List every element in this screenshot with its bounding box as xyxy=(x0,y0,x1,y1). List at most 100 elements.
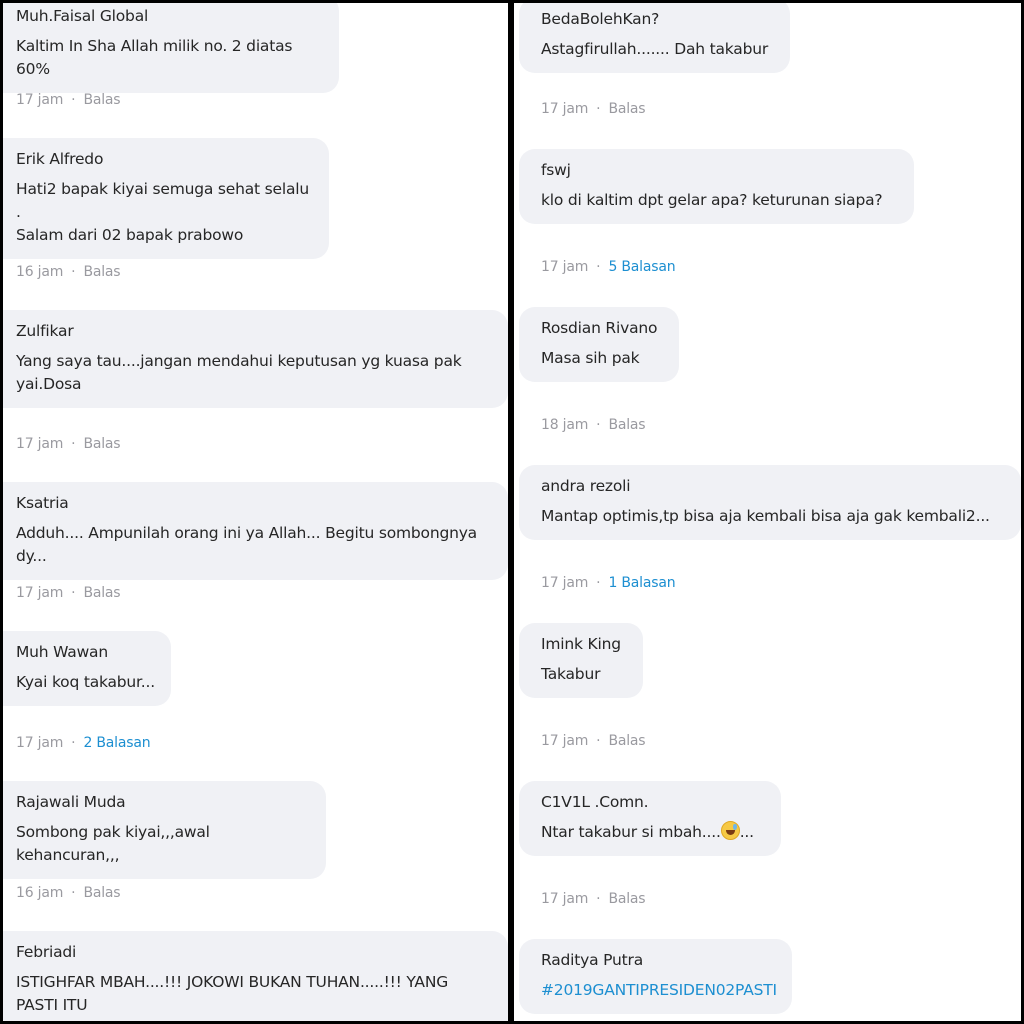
comments-panel-right: BedaBolehKan? Astagfirullah....... Dah ta… xyxy=(514,3,1021,1021)
comment-text: Ntar takabur si mbah....... xyxy=(541,821,767,844)
comment-text-content: Kaltim In Sha Allah milik no. 2 diatas 6… xyxy=(16,37,293,78)
reply-button[interactable]: Balas xyxy=(83,92,120,108)
comment-text-content: Yang saya tau....jangan mendahui keputus… xyxy=(16,352,462,393)
comment-meta: 17 jam · 1 Balasan xyxy=(541,575,676,591)
commenter-name[interactable]: C1V1L .Comn. xyxy=(541,791,767,813)
reply-button[interactable]: Balas xyxy=(83,585,120,601)
view-replies-link[interactable]: 1 Balasan xyxy=(608,575,675,591)
commenter-name[interactable]: Zulfikar xyxy=(16,320,494,342)
comment-text-content: Masa sih pak xyxy=(541,349,640,367)
comment-text: Hati2 bapak kiyai semuga sehat selalu . … xyxy=(16,178,315,247)
reply-button[interactable]: Balas xyxy=(608,733,645,749)
comment-text-content: Hati2 bapak kiyai semuga sehat selalu . … xyxy=(16,180,309,244)
comment-text: ISTIGHFAR MBAH....!!! JOKOWI BUKAN TUHAN… xyxy=(16,971,494,1021)
comment-text-content: Astagfirullah....... Dah takabur xyxy=(541,40,769,58)
commenter-name[interactable]: Raditya Putra xyxy=(541,949,778,971)
comment-item: fswj klo di kaltim dpt gelar apa? keturun… xyxy=(519,149,914,224)
comment-bubble: Zulfikar Yang saya tau....jangan mendahui… xyxy=(3,310,508,408)
comment-text-content: Ntar takabur si mbah.... xyxy=(541,823,721,841)
timestamp: 17 jam xyxy=(16,585,64,601)
separator-dot: · xyxy=(71,264,76,280)
comment-item: Raditya Putra #2019GANTIPRESIDEN02PASTI xyxy=(519,939,792,1014)
timestamp: 17 jam xyxy=(541,259,589,275)
comment-text-content: ISTIGHFAR MBAH....!!! JOKOWI BUKAN TUHAN… xyxy=(16,973,449,1021)
comment-item: Zulfikar Yang saya tau....jangan mendahui… xyxy=(3,310,508,408)
comment-meta: 17 jam · 2 Balasan xyxy=(16,735,151,751)
comment-text: Sombong pak kiyai,,,awal kehancuran,,, xyxy=(16,821,312,867)
view-replies-link[interactable]: 2 Balasan xyxy=(83,735,150,751)
timestamp: 17 jam xyxy=(16,735,64,751)
comment-bubble: Erik Alfredo Hati2 bapak kiyai semuga seh… xyxy=(3,138,329,259)
comment-text: Astagfirullah....... Dah takabur xyxy=(541,38,776,61)
comment-item: andra rezoli Mantap optimis,tp bisa aja k… xyxy=(519,465,1021,540)
separator-dot: · xyxy=(596,417,601,433)
commenter-name[interactable]: Rosdian Rivano xyxy=(541,317,665,339)
timestamp: 17 jam xyxy=(541,101,589,117)
comment-bubble: Ksatria Adduh.... Ampunilah orang ini ya … xyxy=(3,482,508,580)
commenter-name[interactable]: Imink King xyxy=(541,633,629,655)
comment-item: Muh Wawan Kyai koq takabur... xyxy=(3,631,171,706)
comment-meta: 17 jam · Balas xyxy=(541,101,646,117)
comment-bubble: C1V1L .Comn. Ntar takabur si mbah....... xyxy=(519,781,781,856)
comment-meta: 17 jam · Balas xyxy=(16,436,121,452)
hashtag-link[interactable]: #2019GANTIPRESIDEN02PASTI xyxy=(541,979,778,1002)
reply-button[interactable]: Balas xyxy=(608,891,645,907)
comment-bubble: BedaBolehKan? Astagfirullah....... Dah ta… xyxy=(519,3,790,73)
commenter-name[interactable]: Rajawali Muda xyxy=(16,791,312,813)
comment-meta: 17 jam · Balas xyxy=(16,92,121,108)
comment-text-content: Sombong pak kiyai,,,awal kehancuran,,, xyxy=(16,823,210,864)
comment-bubble: Imink King Takabur xyxy=(519,623,643,698)
separator-dot: · xyxy=(71,885,76,901)
comment-text-content: Takabur xyxy=(541,665,601,683)
commenter-name[interactable]: BedaBolehKan? xyxy=(541,8,776,30)
comment-text: Adduh.... Ampunilah orang ini ya Allah..… xyxy=(16,522,494,568)
timestamp: 17 jam xyxy=(16,92,64,108)
commenter-name[interactable]: Febriadi xyxy=(16,941,494,963)
comment-item: Erik Alfredo Hati2 bapak kiyai semuga seh… xyxy=(3,138,329,259)
reply-button[interactable]: Balas xyxy=(608,417,645,433)
commenter-name[interactable]: Erik Alfredo xyxy=(16,148,315,170)
commenter-name[interactable]: andra rezoli xyxy=(541,475,1007,497)
comment-item: C1V1L .Comn. Ntar takabur si mbah....... xyxy=(519,781,781,856)
comment-meta: 17 jam · Balas xyxy=(16,585,121,601)
commenter-name[interactable]: Ksatria xyxy=(16,492,494,514)
comment-text-content: klo di kaltim dpt gelar apa? keturunan s… xyxy=(541,191,883,209)
comment-item: BedaBolehKan? Astagfirullah....... Dah ta… xyxy=(519,3,790,73)
comment-item: Ksatria Adduh.... Ampunilah orang ini ya … xyxy=(3,482,508,580)
comment-text: Yang saya tau....jangan mendahui keputus… xyxy=(16,350,494,396)
timestamp: 17 jam xyxy=(541,891,589,907)
separator-dot: · xyxy=(596,101,601,117)
reply-button[interactable]: Balas xyxy=(83,264,120,280)
comment-item: Imink King Takabur xyxy=(519,623,643,698)
comment-item: Febriadi ISTIGHFAR MBAH....!!! JOKOWI BUK… xyxy=(3,931,508,1021)
comment-bubble: Febriadi ISTIGHFAR MBAH....!!! JOKOWI BUK… xyxy=(3,931,508,1021)
separator-dot: · xyxy=(596,733,601,749)
comment-text-content: Mantap optimis,tp bisa aja kembali bisa … xyxy=(541,507,990,525)
commenter-name[interactable]: fswj xyxy=(541,159,900,181)
comment-meta: 18 jam · Balas xyxy=(541,417,646,433)
commenter-name[interactable]: Muh Wawan xyxy=(16,641,157,663)
separator-dot: · xyxy=(71,735,76,751)
separator-dot: · xyxy=(596,259,601,275)
commenter-name[interactable]: Muh.Faisal Global xyxy=(16,5,325,27)
comment-bubble: Raditya Putra #2019GANTIPRESIDEN02PASTI xyxy=(519,939,792,1014)
grinning-sweat-emoji xyxy=(720,821,740,840)
timestamp: 18 jam xyxy=(541,417,589,433)
timestamp: 17 jam xyxy=(541,575,589,591)
comment-text: Mantap optimis,tp bisa aja kembali bisa … xyxy=(541,505,1007,528)
separator-dot: · xyxy=(71,436,76,452)
comment-bubble: Muh.Faisal Global Kaltim In Sha Allah mil… xyxy=(3,3,339,93)
comment-text: klo di kaltim dpt gelar apa? keturunan s… xyxy=(541,189,900,212)
reply-button[interactable]: Balas xyxy=(83,885,120,901)
reply-button[interactable]: Balas xyxy=(83,436,120,452)
comment-meta: 17 jam · 5 Balasan xyxy=(541,259,676,275)
comment-text-suffix: ... xyxy=(739,823,754,841)
reply-button[interactable]: Balas xyxy=(608,101,645,117)
comment-meta: 17 jam · Balas xyxy=(541,891,646,907)
separator-dot: · xyxy=(71,92,76,108)
timestamp: 17 jam xyxy=(541,733,589,749)
comment-text: Masa sih pak xyxy=(541,347,665,370)
comment-item: Rosdian Rivano Masa sih pak xyxy=(519,307,679,382)
view-replies-link[interactable]: 5 Balasan xyxy=(608,259,675,275)
timestamp: 17 jam xyxy=(16,436,64,452)
